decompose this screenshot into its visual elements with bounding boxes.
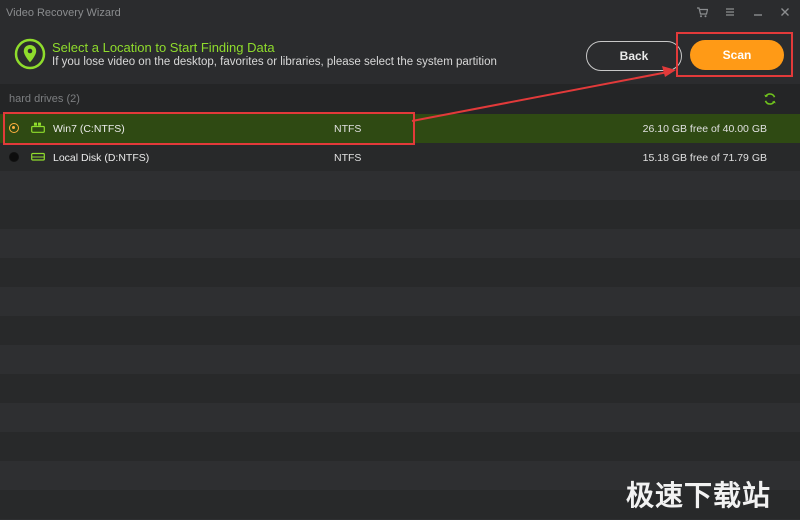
annotation-arrow — [411, 66, 676, 122]
watermark-text: 极速下载站 — [626, 480, 772, 511]
